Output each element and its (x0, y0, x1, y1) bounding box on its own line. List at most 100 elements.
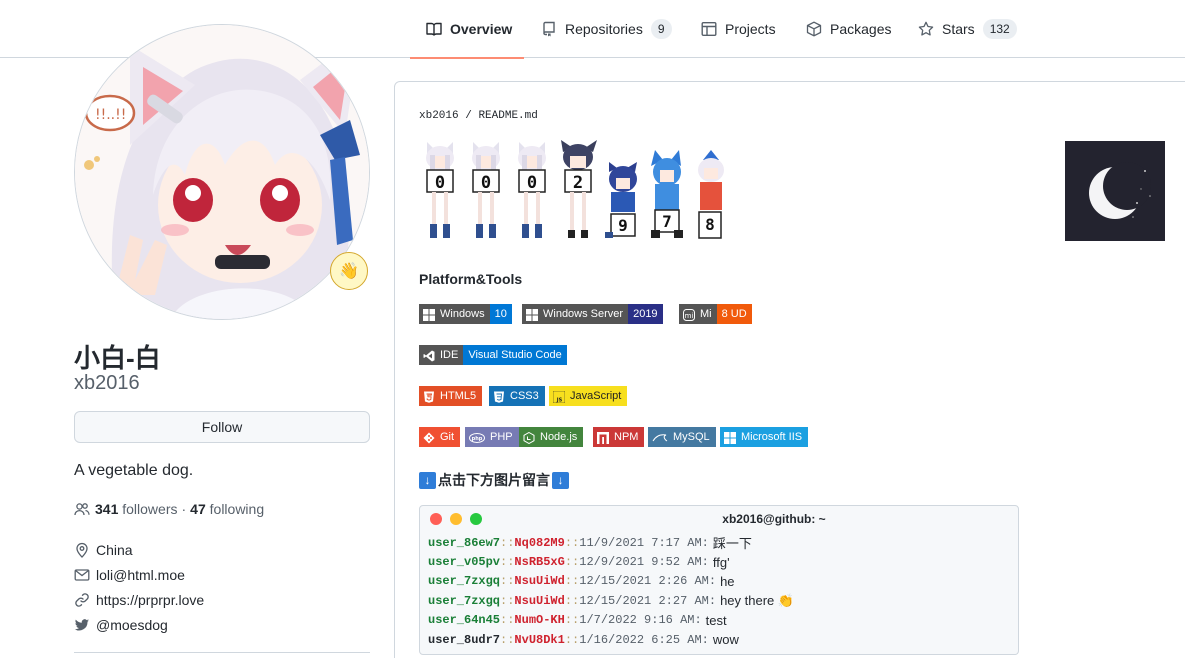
badge-npm-label: NPM (614, 431, 639, 443)
comment-time: 1/7/2022 9:16 AM (579, 613, 695, 628)
npm-logo-icon (597, 431, 609, 444)
tab-stars[interactable]: Stars 132 (918, 0, 1017, 58)
table-icon (701, 21, 717, 37)
follow-button[interactable]: Follow (74, 411, 370, 443)
badge-html5[interactable]: HTML5 (419, 386, 483, 406)
counter-digit-7: 8 (705, 215, 715, 234)
badge-node-label: Node.js (540, 431, 578, 443)
followers-count: 341 (95, 501, 119, 517)
badge-css3[interactable]: CSS3 (489, 386, 545, 406)
svg-text:JS: JS (556, 398, 563, 404)
badge-windows-label: Windows (440, 308, 485, 320)
twitter-link[interactable]: @moesdog (96, 617, 168, 633)
badge-ide[interactable]: IDE Visual Studio Code (419, 345, 567, 365)
readme-owner-link[interactable]: xb2016 (419, 110, 459, 122)
html5-logo-icon (423, 390, 435, 403)
profile-username: xb2016 (74, 372, 140, 394)
comment-user: user_v05pv (428, 555, 501, 570)
moon-image (1065, 141, 1165, 241)
counter-digit-3: 0 (527, 173, 537, 193)
badge-mi[interactable]: mi Mi 8 UD (679, 304, 752, 324)
badge-html5-label: HTML5 (440, 390, 477, 402)
tab-projects-label: Projects (725, 21, 776, 37)
badge-javascript[interactable]: JS JavaScript (549, 386, 628, 406)
tab-repositories-label: Repositories (565, 21, 643, 37)
comment-notice: ↓ 点击下方图片留言 ↓ (419, 470, 569, 490)
windows-logo-icon (526, 308, 538, 321)
badge-windows-version: 10 (489, 304, 512, 324)
badge-windows[interactable]: Windows 10 (419, 304, 512, 324)
badge-windows-server[interactable]: Windows Server 2019 (522, 304, 663, 324)
svg-text:!!..!!: !!..!! (95, 107, 126, 123)
avatar[interactable]: !!..!! (74, 24, 370, 320)
stats-separator: · (181, 501, 187, 517)
profile-bio: A vegetable dog. (74, 462, 194, 479)
badge-nodejs[interactable]: Node.js (519, 427, 584, 447)
comment-notice-text: 点击下方图片留言 (438, 472, 550, 488)
windows-logo-icon (724, 431, 736, 444)
svg-text:mi: mi (685, 312, 694, 320)
terminal-title: xb2016@github: ~ (722, 512, 826, 526)
comment-time: 1/16/2022 6:25 AM (579, 632, 702, 647)
tab-packages[interactable]: Packages (806, 0, 891, 58)
git-logo-icon (423, 431, 435, 444)
comment-time: 12/9/2021 9:52 AM (579, 555, 702, 570)
website-link[interactable]: https://prprpr.love (96, 592, 204, 608)
comment-hash: NumO-KH (514, 613, 565, 628)
comment-user: user_64n45 (428, 613, 501, 628)
nodejs-logo-icon (523, 431, 535, 445)
comment-message: hey there 👏 (720, 592, 795, 608)
book-icon (426, 21, 442, 37)
tab-projects[interactable]: Projects (701, 0, 776, 58)
guestbook-terminal[interactable]: xb2016@github: ~ user_86ew7:: Nq082M9:: 11… (419, 505, 1019, 655)
down-arrow-icon: ↓ (552, 471, 569, 489)
follow-stats: 341 followers · 47 following (74, 501, 264, 517)
terminal-line: user_64n45:: NumO-KH:: 1/7/2022 9:16 AM: te… (428, 612, 727, 628)
status-emoji-button[interactable]: 👋 (330, 252, 368, 290)
badge-npm[interactable]: NPM (593, 427, 645, 447)
twitter-icon (74, 619, 89, 631)
php-logo-icon: php (469, 431, 485, 443)
wave-emoji-icon: 👋 (339, 263, 359, 280)
counter-digit-6: 7 (662, 212, 672, 231)
badge-mysql-label: MySQL (673, 431, 710, 443)
following-label: following (209, 501, 265, 517)
mysql-logo-icon (652, 431, 668, 443)
followers-link[interactable]: 341 followers (95, 501, 178, 517)
counter-digit-1: 0 (435, 173, 445, 193)
terminal-line: user_7zxgq:: NsuUiWd:: 12/15/2021 2:26 AM:… (428, 573, 735, 589)
counter-digit-5: 9 (618, 216, 628, 235)
badge-php-label: PHP (490, 431, 513, 443)
readme-file-link[interactable]: README.md (478, 110, 537, 122)
visitor-counter-image[interactable]: 0 0 0 2 9 7 8 (419, 140, 739, 244)
location-item: China (74, 542, 133, 558)
tab-repositories[interactable]: Repositories 9 (541, 0, 672, 58)
tab-overview[interactable]: Overview (410, 0, 524, 59)
following-count: 47 (190, 501, 206, 517)
link-icon (75, 593, 89, 607)
css3-logo-icon (493, 390, 505, 403)
email-link[interactable]: loli@html.moe (96, 567, 185, 583)
repositories-count: 9 (650, 19, 672, 39)
badge-winserver-label: Windows Server (543, 308, 624, 320)
terminal-line: user_7zxgq:: NsuUiWd:: 12/15/2021 2:27 AM:… (428, 592, 795, 608)
down-arrow-icon: ↓ (419, 471, 436, 489)
badge-git-label: Git (440, 431, 455, 443)
comment-time: 12/15/2021 2:27 AM (579, 593, 709, 608)
tab-packages-label: Packages (830, 21, 892, 37)
badge-git[interactable]: Git (419, 427, 461, 447)
profile-full-name: 小白-白 (74, 343, 161, 373)
javascript-logo-icon: JS (552, 390, 566, 404)
comment-hash: Nq082M9 (514, 535, 565, 550)
badge-js-label: JavaScript (570, 390, 622, 402)
comment-message: wow (712, 632, 739, 648)
following-link[interactable]: 47 following (190, 501, 264, 517)
badge-iis[interactable]: Microsoft IIS (720, 427, 809, 447)
readme-path-separator: / (465, 110, 472, 122)
badge-winserver-version: 2019 (628, 304, 663, 324)
comment-hash: NsRB5xG (514, 555, 565, 570)
badge-php[interactable]: php PHP (465, 427, 519, 447)
badge-mysql[interactable]: MySQL (648, 427, 716, 447)
readme-path: xb2016 / README.md (419, 110, 538, 122)
twitter-item: @moesdog (74, 617, 168, 633)
